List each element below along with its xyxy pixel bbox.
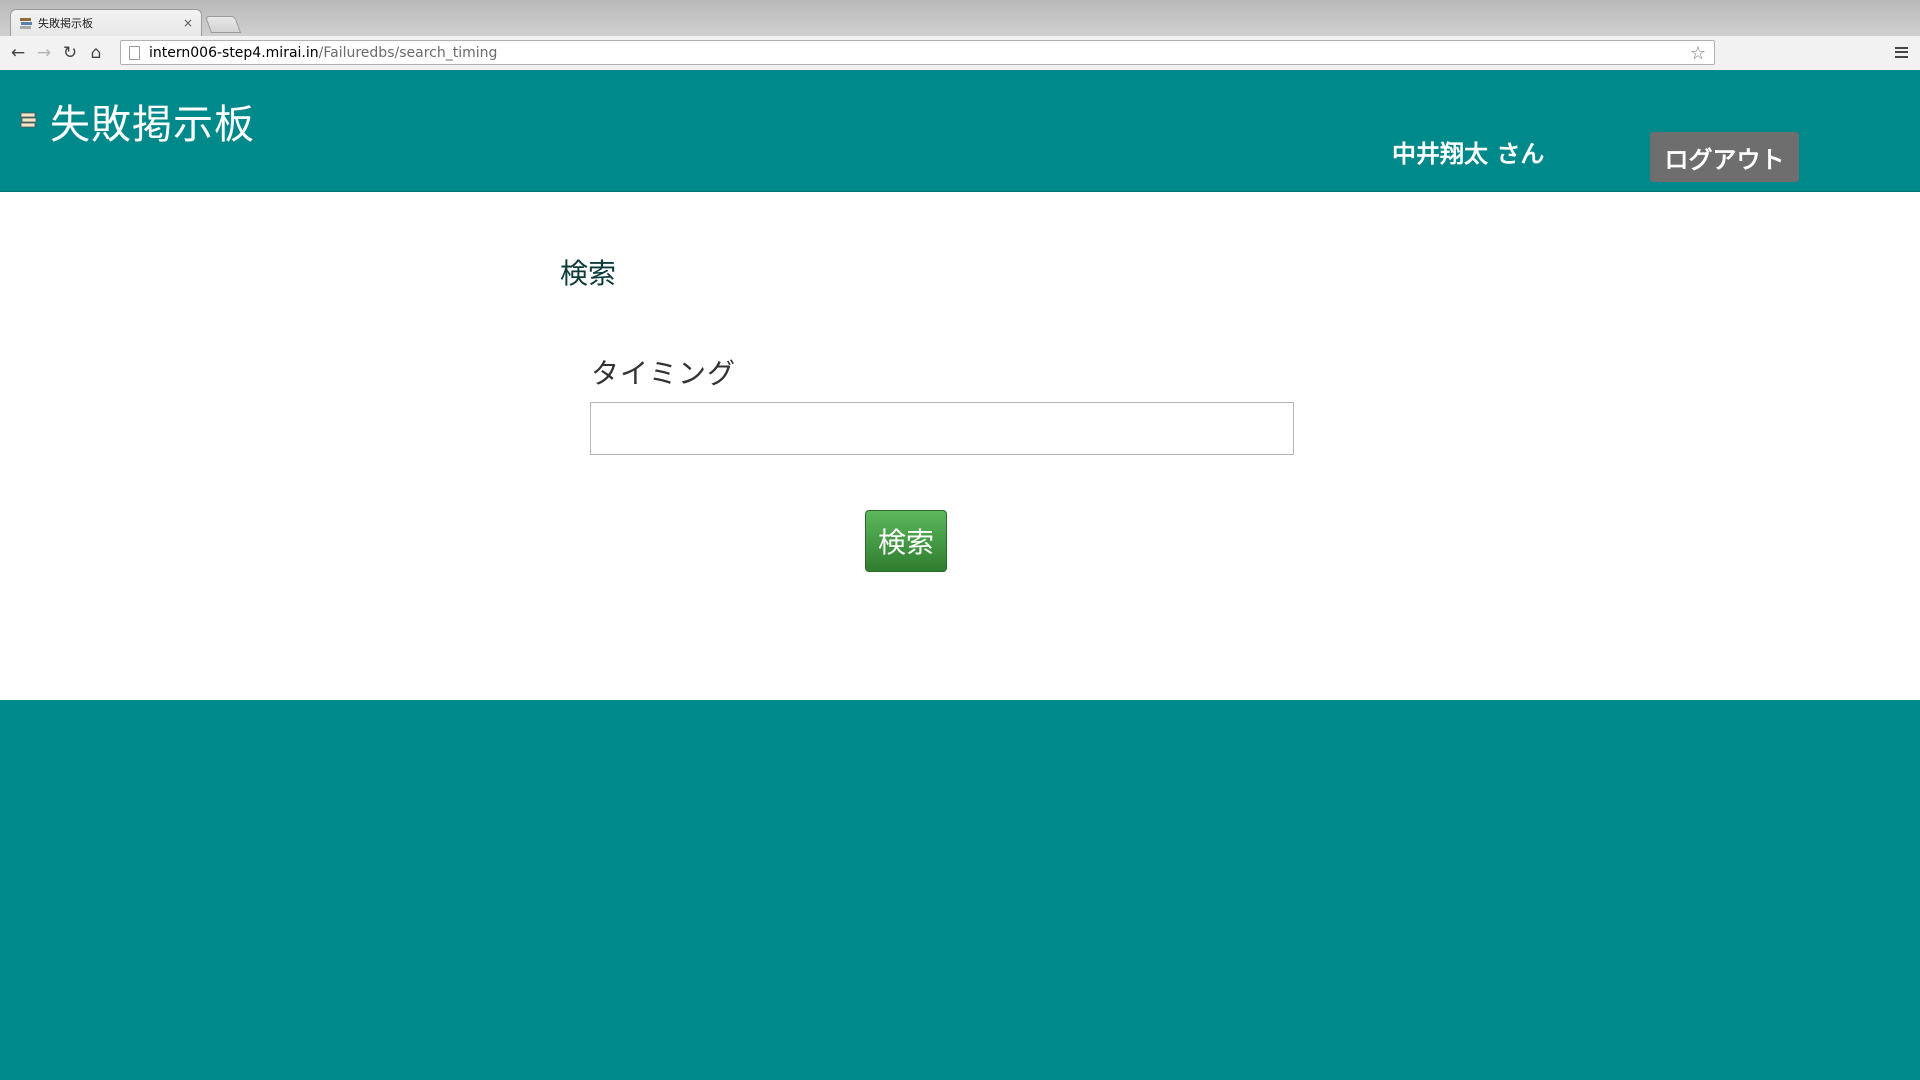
close-tab-icon[interactable]: × xyxy=(183,16,193,30)
book-stack-icon xyxy=(19,16,33,30)
site-title[interactable]: 失敗掲示板 xyxy=(50,92,255,150)
url-path: /Failuredbs/search_timing xyxy=(318,44,498,61)
browser-toolbar: ← → ↻ ⌂ intern006-step4.mirai.in/Failure… xyxy=(0,36,1920,70)
site-header: 失敗掲示板 中井翔太 さん ログアウト xyxy=(0,70,1920,192)
book-stack-icon xyxy=(20,112,37,128)
hamburger-icon xyxy=(1894,46,1908,58)
logout-button[interactable]: ログアウト xyxy=(1650,132,1799,182)
site-footer xyxy=(0,700,1920,1080)
timing-input[interactable] xyxy=(590,402,1294,455)
url-host: intern006-step4.mirai.in xyxy=(149,44,319,61)
new-tab-button[interactable] xyxy=(204,16,242,33)
tab-title: 失敗掲示板 xyxy=(38,17,93,30)
main-content: 検索 タイミング 検索 xyxy=(0,192,1920,700)
browser-menu-icon[interactable] xyxy=(1890,41,1912,63)
browser-chrome: 失敗掲示板 × ← → ↻ ⌂ intern006-step4.mirai.in… xyxy=(0,0,1920,70)
user-name: 中井翔太 さん xyxy=(1392,140,1545,168)
browser-tab[interactable]: 失敗掲示板 × xyxy=(10,9,202,36)
tab-strip: 失敗掲示板 × xyxy=(0,0,1920,36)
home-icon[interactable]: ⌂ xyxy=(83,40,109,66)
address-bar[interactable]: intern006-step4.mirai.in/Failuredbs/sear… xyxy=(120,40,1715,65)
bookmark-star-icon[interactable]: ☆ xyxy=(1690,43,1706,64)
timing-label: タイミング xyxy=(591,357,737,390)
search-button[interactable]: 検索 xyxy=(865,510,947,572)
page-icon xyxy=(129,45,140,60)
forward-arrow-icon[interactable]: → xyxy=(31,40,57,66)
page-title: 検索 xyxy=(560,257,617,290)
back-arrow-icon[interactable]: ← xyxy=(5,40,31,66)
reload-icon[interactable]: ↻ xyxy=(57,40,83,66)
